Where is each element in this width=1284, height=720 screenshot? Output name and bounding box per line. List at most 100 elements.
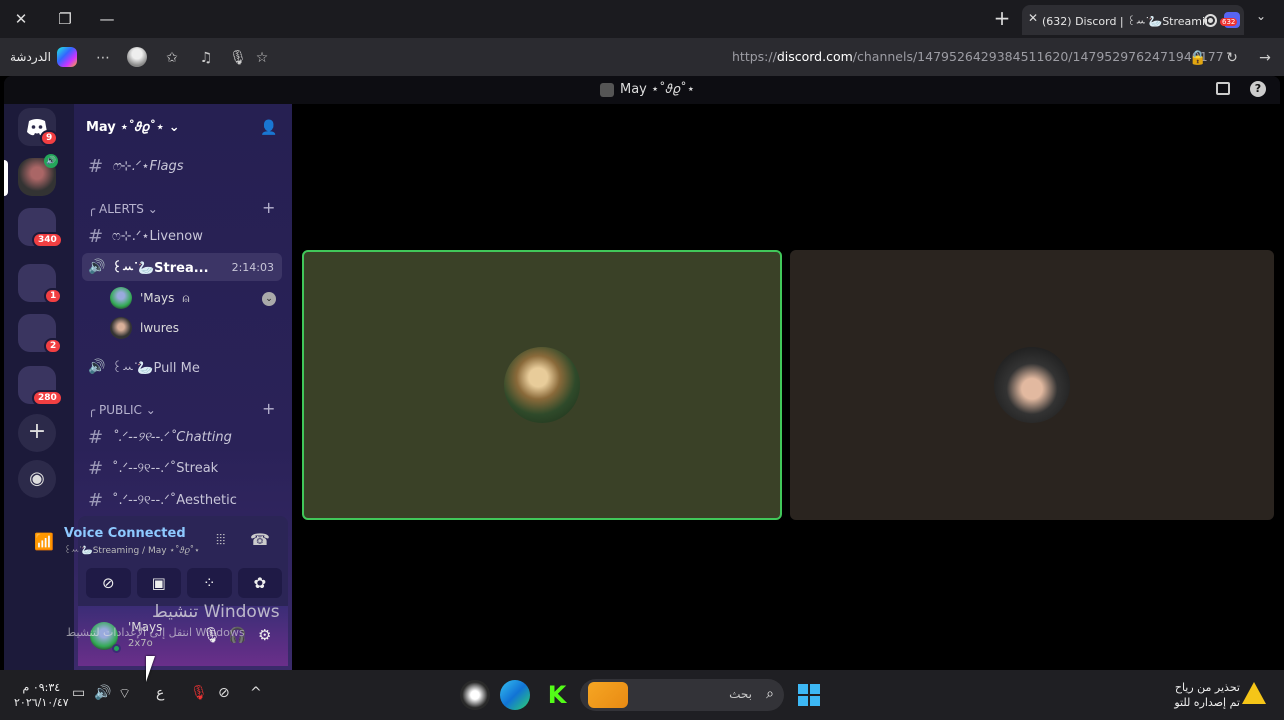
browser-tab-discord[interactable]: ✕ (632) Discord | ꒰ꕀᐝ🦢Streamin 632 (1022, 5, 1244, 35)
chevron-down-icon: ⌄ (168, 120, 180, 135)
url-host: discord.com (776, 49, 853, 64)
server-current[interactable]: 🔊 (18, 154, 58, 196)
streaming-icon: ⍝ (182, 290, 190, 305)
participant-tile[interactable] (790, 250, 1274, 520)
online-status-icon (112, 644, 121, 653)
server-folder-1[interactable]: 340 (18, 208, 63, 248)
voice-channel-pull-me[interactable]: 🔊 ꒰ꕀᐝ🦢Pull Me (82, 353, 282, 381)
mic-in-use-icon[interactable]: 🎙 (190, 685, 208, 701)
channel-livenow[interactable]: # ෆ⊹.ᐟ⋆Livenow (82, 222, 282, 250)
connection-signal-icon[interactable]: 📶 (34, 532, 54, 551)
selected-server-pill (4, 160, 8, 196)
warning-sub: تم إصداره للتو (1174, 696, 1240, 709)
add-channel-icon[interactable]: + (262, 399, 275, 418)
media-control-icon[interactable]: ♫ (196, 48, 216, 68)
participant-tile-speaking[interactable] (302, 250, 782, 520)
window-title-text: May ⋆˚𝜗𝜚˚⋆ (620, 82, 695, 97)
wifi-icon[interactable]: ⌔ (118, 685, 131, 703)
recording-icon (1204, 14, 1217, 27)
warning-title: تحذير من رياح (1174, 681, 1240, 694)
server-folder-3[interactable]: 2 (18, 314, 63, 354)
add-favorite-star-icon[interactable]: ☆ (252, 48, 272, 68)
new-tab-icon[interactable]: + (990, 7, 1014, 31)
favorites-icon[interactable]: ✩ (162, 48, 182, 68)
channel-aesthetic[interactable]: # ˚.ᐟ--୨୧--.ᐟ˚Aesthetic (82, 486, 282, 514)
folder-4-badge: 280 (32, 390, 63, 406)
category-label: ╭ PUBLIC (88, 403, 142, 417)
voice-channel-path[interactable]: ꒰ꕀᐝ🦢Streaming / May ⋆˚𝜗𝜚˚⋆ (64, 544, 200, 556)
invite-people-icon[interactable]: 👤 (260, 120, 278, 138)
disconnect-icon[interactable]: ☎ (250, 530, 270, 549)
search-icon: ⌕ (766, 686, 774, 702)
activities-button[interactable]: ⁘ (187, 568, 232, 598)
camera-off-icon[interactable]: ⊘ (218, 685, 230, 701)
refresh-icon[interactable]: ↻ (1222, 48, 1242, 68)
voice-actions: ⊘ ▣ ⁘ ✿ (86, 568, 282, 598)
browser-tab-bar: ✕ ❐ — + ✕ (632) Discord | ꒰ꕀᐝ🦢Streamin 6… (0, 0, 1284, 38)
profile-avatar[interactable] (127, 47, 147, 67)
url-field[interactable]: https://discord.com/channels/14795264293… (732, 49, 1224, 64)
channel-label: ˚.ᐟ--୨୧--.ᐟ˚Aesthetic (112, 492, 237, 508)
inbox-icon[interactable] (1216, 82, 1230, 95)
clock[interactable]: ٠٩:٣٤ م ٢٠٢٦/١٠/٤٧ (14, 680, 69, 710)
taskbar-search[interactable]: بحث ⌕ (580, 679, 784, 711)
channel-chatting[interactable]: # ˚.ᐟ--୨୧--.ᐟ˚Chatting (82, 423, 282, 451)
channel-label: ꒰ꕀᐝ🦢Pull Me (112, 360, 200, 376)
tab-title: (632) Discord | ꒰ꕀᐝ🦢Streamin (1042, 15, 1207, 28)
category-label: ╭ ALERTS (88, 202, 144, 216)
voice-user[interactable]: 'Mays ⍝ (110, 286, 190, 310)
start-button-windows-icon[interactable] (798, 684, 820, 706)
avatar (110, 287, 132, 309)
weather-warning[interactable]: تحذير من رياح تم إصداره للتو (1172, 680, 1240, 710)
add-server-icon[interactable]: + (18, 414, 56, 452)
channel-label: ˚.ᐟ--୨୧--.ᐟ˚Chatting (112, 429, 232, 445)
settings-gear-icon[interactable]: ⚙ (258, 626, 271, 644)
minimize-window-icon[interactable]: — (96, 8, 118, 30)
share-screen-button[interactable]: ▣ (136, 568, 181, 598)
tab-list-chevron-icon[interactable]: ⌄ (1256, 9, 1266, 23)
voice-connection-panel: 📶 Voice Connected ꒰ꕀᐝ🦢Streaming / May ⋆˚… (34, 516, 288, 606)
voice-connected-status[interactable]: Voice Connected (64, 526, 186, 541)
input-language[interactable]: ع (156, 685, 164, 701)
voice-user[interactable]: lwures (110, 316, 179, 340)
restore-window-icon[interactable]: ❐ (54, 8, 76, 30)
more-options-icon[interactable]: ⋯ (93, 48, 113, 68)
participant-avatar (994, 347, 1070, 423)
server-folder-4[interactable]: 280 (18, 366, 63, 406)
noise-suppression-icon[interactable]: ⦙⦙⦙ (216, 532, 225, 548)
category-alerts[interactable]: ╭ ALERTS ⌄ (88, 202, 158, 216)
voice-stage (292, 104, 1280, 670)
soundboard-button[interactable]: ✿ (237, 568, 282, 598)
help-icon[interactable]: ? (1250, 81, 1266, 97)
voice-channel-streaming[interactable]: 🔊 ꒰ꕀᐝ🦢Strea... 2:14:03 (82, 253, 282, 281)
obs-app-icon[interactable] (460, 680, 490, 710)
close-tab-icon[interactable]: ✕ (1028, 11, 1038, 25)
category-public[interactable]: ╭ PUBLIC ⌄ (88, 403, 156, 417)
discord-title-bar: May ⋆˚𝜗𝜚˚⋆ ? (4, 76, 1280, 104)
discover-compass-icon[interactable]: ◉ (18, 460, 56, 498)
copilot-chat-button[interactable]: الدردشة (10, 46, 77, 68)
direct-messages-button[interactable]: 9 (18, 108, 59, 146)
close-window-icon[interactable]: ✕ (10, 8, 32, 30)
server-name-header[interactable]: May ⋆˚𝜗𝜚˚⋆ ⌄ (86, 120, 180, 135)
volume-icon[interactable]: 🔊 (94, 685, 111, 701)
kick-app-icon[interactable]: K (542, 680, 572, 710)
lock-icon[interactable]: 🔒 (1188, 48, 1208, 68)
hash-icon: # (88, 489, 104, 511)
windows-activation-watermark: تنشيط Windows (152, 602, 280, 622)
channel-flags[interactable]: # ෆ⊹.ᐟ⋆Flags (82, 152, 282, 180)
voice-user-check-icon: ⌄ (262, 292, 276, 306)
edge-app-icon[interactable] (500, 680, 530, 710)
camera-off-button[interactable]: ⊘ (86, 568, 131, 598)
channel-streak[interactable]: # ˚.ᐟ--୨୧--.ᐟ˚Streak (82, 454, 282, 482)
hash-icon: # (88, 225, 104, 247)
add-channel-icon[interactable]: + (262, 198, 275, 217)
server-icon (600, 82, 614, 97)
tray-chevron-icon[interactable]: ^ (250, 685, 262, 701)
battery-icon[interactable]: ▭ (72, 685, 85, 701)
forward-arrow-icon[interactable]: → (1255, 48, 1275, 68)
voice-duration: 2:14:03 (231, 260, 274, 274)
server-folder-2[interactable]: 1 (18, 264, 63, 304)
discord-app: May ⋆˚𝜗𝜚˚⋆ ? 9 🔊 340 1 2 280 + ◉ May ⋆˚𝜗… (4, 76, 1280, 670)
microphone-icon[interactable]: 🎙 (228, 48, 248, 68)
